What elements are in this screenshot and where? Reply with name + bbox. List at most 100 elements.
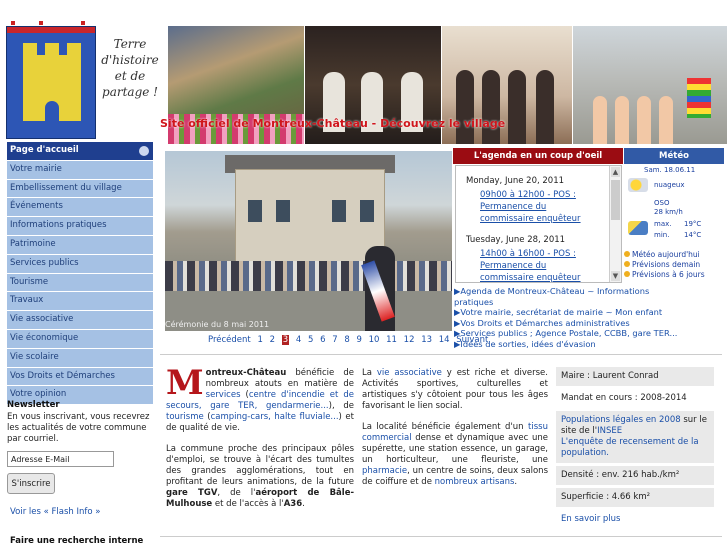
population-row: Populations légales en 2008 sur le site … [556, 411, 714, 463]
nav-item-patrimoine[interactable]: Patrimoine [7, 235, 153, 254]
min-label: min. [654, 231, 670, 239]
event-link[interactable]: Permanence du [466, 260, 621, 272]
services-link[interactable]: services [206, 390, 241, 400]
tourisme-link[interactable]: tourisme [166, 412, 204, 422]
sun-cloud-icon [628, 178, 648, 192]
divider [160, 354, 722, 355]
page-link[interactable]: 13 [421, 335, 432, 345]
slideshow-caption: Cérémonie du 8 mai 2011 [165, 320, 270, 329]
agenda-quick-links: ▶Agenda de Montreux-Château ~ Informatio… [454, 286, 684, 349]
nav-item-accueil[interactable]: Page d'accueil [7, 142, 153, 160]
newsletter-block: Newsletter En vous inscrivant, vous rece… [7, 400, 153, 494]
page-link[interactable]: 4 [296, 335, 301, 345]
tourisme-detail-link[interactable]: camping-cars, halte fluviale... [211, 412, 339, 422]
page-link[interactable]: 14 [439, 335, 450, 345]
divider [160, 536, 722, 537]
quick-link[interactable]: ▶Idées de sorties, idées d'évasion [454, 339, 684, 350]
meteo-link-6days[interactable]: Prévisions à 6 jours [624, 270, 705, 279]
temperature-icon [628, 221, 648, 235]
pharmacie-link[interactable]: pharmacie [362, 466, 407, 476]
newsletter-title: Newsletter [7, 400, 60, 410]
insee-link[interactable]: INSEE [597, 426, 622, 436]
search-title: Faire une recherche interne [10, 536, 144, 545]
meteo-title: Météo [624, 148, 724, 164]
quick-link[interactable]: ▶Vos Droits et Démarches administratives [454, 318, 684, 329]
quick-link[interactable]: ▶Services publics ; Agence Postale, CCBB… [454, 328, 684, 339]
site-tagline: Site officiel de Montreux-Château - Déco… [160, 117, 506, 130]
agenda-title: L'agenda en un coup d'oeil [453, 148, 623, 164]
page-link[interactable]: 9 [356, 335, 361, 345]
meteo-date: Sam. 18.06.11 [644, 166, 696, 174]
commune-info: Maire : Laurent Conrad Mandat en cours :… [556, 367, 714, 532]
agenda-scrollbar[interactable]: ▲ ▼ [609, 166, 621, 282]
page-link[interactable]: 12 [404, 335, 415, 345]
maire-row: Maire : Laurent Conrad [556, 367, 714, 386]
nav-item-informations[interactable]: Informations pratiques [7, 217, 153, 235]
scroll-up-icon[interactable]: ▲ [611, 167, 620, 177]
nav-item-embellissement[interactable]: Embellissement du village [7, 179, 153, 198]
subscribe-button[interactable]: S'inscrire [7, 473, 55, 494]
page-link[interactable]: 1 [257, 335, 262, 345]
flash-info-link[interactable]: Voir les « Flash Info » [10, 507, 101, 517]
max-value: 19°C [684, 220, 702, 228]
email-field[interactable] [7, 451, 114, 467]
newsletter-text: En vous inscrivant, vous recevrez les ac… [7, 412, 150, 444]
event-link[interactable]: Permanence du [466, 201, 621, 213]
artisans-link[interactable]: nombreux artisans [435, 477, 515, 487]
nav-item-tourisme[interactable]: Tourisme [7, 273, 153, 292]
nav-item-travaux[interactable]: Travaux [7, 292, 153, 311]
agenda-event: Monday, June 20, 2011 09h00 à 12h00 - PO… [456, 166, 621, 225]
page-link[interactable]: 11 [386, 335, 397, 345]
slideshow-pager: Précédent 1 2 3 4 5 6 7 8 9 10 11 12 13 … [208, 335, 492, 345]
event-link[interactable]: 14h00 à 16h00 - POS : [466, 248, 621, 260]
population-link[interactable]: Populations légales en 2008 [561, 415, 681, 425]
meteo-condition: nuageux [654, 181, 685, 189]
more-row: En savoir plus [556, 510, 714, 529]
scroll-down-icon[interactable]: ▼ [611, 271, 620, 281]
page-link[interactable]: 8 [344, 335, 349, 345]
page-link[interactable]: 2 [270, 335, 275, 345]
event-link[interactable]: 09h00 à 12h00 - POS : [466, 189, 621, 201]
nav-item-vie-scolaire[interactable]: Vie scolaire [7, 348, 153, 367]
meteo-link-today[interactable]: Météo aujourd'hui [624, 250, 700, 259]
nav-item-droits[interactable]: Vos Droits et Démarches [7, 367, 153, 386]
intro-column-1: Montreux-Château bénéficie de nombreux a… [166, 363, 354, 509]
motto: Terre d'histoire et de partage ! [101, 37, 159, 99]
event-link[interactable]: commissaire enquêteur [466, 213, 621, 225]
prev-link[interactable]: Précédent [208, 335, 251, 345]
event-date: Tuesday, June 28, 2011 [466, 235, 566, 245]
mandat-row: Mandat en cours : 2008-2014 [556, 389, 714, 408]
nav-item-mairie[interactable]: Votre mairie [7, 160, 153, 179]
superficie-row: Superficie : 4.66 km² [556, 488, 714, 507]
circle-icon [139, 146, 149, 156]
bullet-icon [624, 271, 630, 277]
nav-item-vie-associative[interactable]: Vie associative [7, 311, 153, 329]
scroll-thumb[interactable] [611, 180, 620, 220]
header-photo-children [573, 26, 727, 144]
meteo-link-tomorrow[interactable]: Prévisions demain [624, 260, 700, 269]
slideshow-photo[interactable] [165, 151, 452, 331]
bullet-icon [624, 251, 630, 257]
coat-of-arms-logo[interactable] [6, 21, 96, 139]
min-value: 14°C [684, 231, 702, 239]
densite-row: Densité : env. 216 hab./km² [556, 466, 714, 485]
page-link-current[interactable]: 3 [281, 335, 290, 345]
nav-item-services[interactable]: Services publics [7, 254, 153, 273]
page-link[interactable]: 10 [369, 335, 380, 345]
recensement-link[interactable]: L'enquête de recensement de la populatio… [561, 437, 699, 458]
quick-link[interactable]: ▶Votre mairie, secrétariat de mairie ~ M… [454, 307, 684, 318]
max-label: max. [654, 220, 672, 228]
nav-item-vie-economique[interactable]: Vie économique [7, 329, 153, 348]
page-link[interactable]: 6 [320, 335, 325, 345]
agenda-list: Monday, June 20, 2011 09h00 à 12h00 - PO… [455, 165, 622, 283]
page-link[interactable]: 7 [332, 335, 337, 345]
event-link[interactable]: commissaire enquêteur [466, 272, 621, 282]
more-info-link[interactable]: En savoir plus [561, 514, 620, 524]
drop-cap: M [166, 363, 204, 403]
wind-speed: 28 km/h [654, 208, 683, 216]
bullet-icon [624, 261, 630, 267]
vie-associative-link[interactable]: vie associative [377, 368, 442, 378]
nav-item-evenements[interactable]: Événements [7, 198, 153, 217]
page-link[interactable]: 5 [308, 335, 313, 345]
quick-link[interactable]: ▶Agenda de Montreux-Château ~ Informatio… [454, 286, 684, 307]
